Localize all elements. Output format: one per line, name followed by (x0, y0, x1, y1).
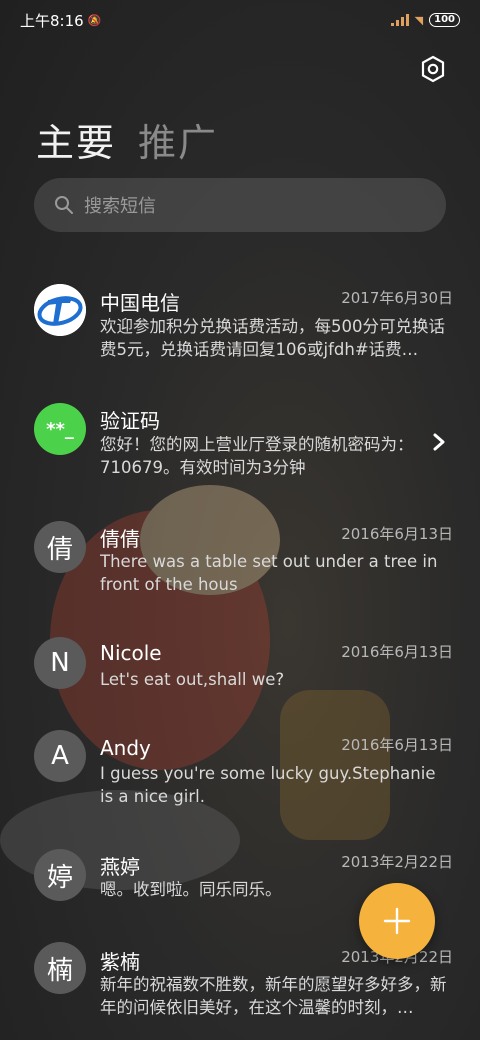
plus-icon (383, 907, 411, 935)
conversation-name: Andy (100, 736, 151, 760)
status-left: 上午8:16 🔕 (20, 10, 101, 31)
avatar: N (34, 637, 86, 689)
conversation-name: 验证码 (100, 409, 160, 433)
status-time: 上午8:16 (20, 11, 84, 30)
conversation-name: Nicole (100, 641, 162, 665)
conversation-row[interactable]: A Andy 2016年6月13日 I guess you're some lu… (0, 712, 480, 822)
conversation-name: 中国电信 (100, 291, 180, 315)
search-placeholder: 搜索短信 (84, 196, 156, 217)
search-input[interactable]: 搜索短信 (34, 178, 446, 232)
avatar: **_ (34, 403, 86, 455)
conversation-preview: I guess you're some lucky guy.Stephanie … (100, 764, 436, 806)
notification-mute-icon: 🔕 (87, 13, 102, 27)
avatar: 楠 (34, 942, 86, 994)
conversation-date: 2016年6月13日 (341, 736, 453, 754)
wifi-icon: ◥ (414, 13, 424, 27)
status-right: ◥ 100 (390, 13, 460, 27)
category-tabs: 主要 推广 (36, 112, 218, 167)
avatar (34, 284, 86, 336)
conversation-row[interactable]: **_ 验证码 您好！您的网上营业厅登录的随机密码为：710679。有效时间为3… (0, 377, 480, 487)
conversation-row[interactable]: N Nicole 2016年6月13日 Let's eat out,shall … (0, 617, 480, 727)
signal-icon (390, 14, 409, 26)
tab-promotions[interactable]: 推广 (138, 112, 218, 167)
gear-icon (421, 55, 445, 83)
avatar: A (34, 730, 86, 782)
status-bar: 上午8:16 🔕 ◥ 100 (0, 0, 480, 40)
conversation-preview: 您好！您的网上营业厅登录的随机密码为：710679。有效时间为3分钟 (100, 435, 414, 477)
china-telecom-logo-icon (34, 284, 86, 336)
conversation-preview: There was a table set out under a tree i… (100, 552, 438, 594)
avatar: 倩 (34, 521, 86, 573)
settings-button[interactable] (418, 54, 448, 84)
conversation-name: 燕婷 (100, 855, 140, 879)
conversation-date: 2016年6月13日 (341, 643, 453, 661)
conversation-date: 2017年6月30日 (341, 289, 453, 307)
conversation-row[interactable]: 倩 倩倩 2016年6月13日 There was a table set ou… (0, 492, 480, 602)
conversation-name: 倩倩 (100, 527, 140, 551)
tab-primary[interactable]: 主要 (36, 112, 116, 167)
conversation-name: 紫楠 (100, 950, 140, 974)
conversation-date: 2016年6月13日 (341, 525, 453, 543)
avatar: 婷 (34, 849, 86, 901)
conversation-row[interactable]: 中国电信 2017年6月30日 欢迎参加积分兑换话费活动，每500分可兑换话费5… (0, 262, 480, 372)
conversation-date: 2013年2月22日 (341, 853, 453, 871)
search-icon (55, 196, 73, 214)
new-message-button[interactable] (359, 883, 435, 959)
conversation-preview: 新年的祝福数不胜数，新年的愿望好多好多，新年的问候依旧美好，在这个温馨的时刻，… (100, 975, 447, 1017)
conversation-preview: 欢迎参加积分兑换话费活动，每500分可兑换话费5元，兑换话费请回复106或jfd… (100, 317, 445, 359)
chevron-right-icon[interactable] (430, 431, 448, 453)
battery-icon: 100 (429, 13, 460, 27)
conversation-preview: Let's eat out,shall we? (100, 670, 285, 689)
